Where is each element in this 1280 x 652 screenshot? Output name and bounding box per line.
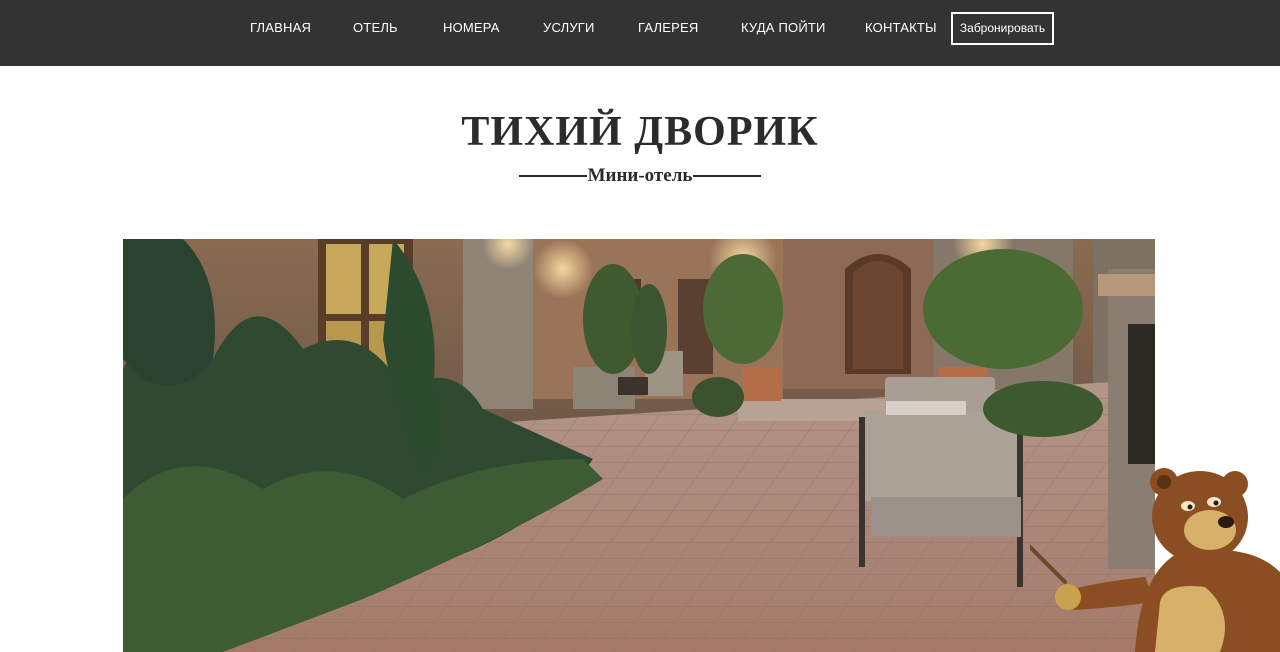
subtitle-right-rule: [693, 175, 762, 177]
nav-item-where-to-go[interactable]: КУДА ПОЙТИ: [741, 0, 826, 56]
top-nav-bar: ГЛАВНАЯ ОТЕЛЬ НОМЕРА УСЛУГИ ГАЛЕРЕЯ КУДА…: [0, 0, 1280, 66]
nav-item-rooms[interactable]: НОМЕРА: [443, 0, 500, 56]
nav-item-gallery[interactable]: ГАЛЕРЕЯ: [638, 0, 698, 56]
subtitle-row: Мини-отель: [0, 163, 1280, 189]
courtyard-photo: [123, 239, 1155, 652]
nav-item-home[interactable]: ГЛАВНАЯ: [250, 0, 311, 56]
nav-item-contacts[interactable]: КОНТАКТЫ: [865, 0, 937, 56]
book-button[interactable]: Забронировать: [951, 12, 1054, 45]
page-title: ТИХИЙ ДВОРИК: [461, 109, 819, 155]
nav-item-services[interactable]: УСЛУГИ: [543, 0, 595, 56]
nav-item-hotel[interactable]: ОТЕЛЬ: [353, 0, 398, 56]
bear-mascot-illustration: [983, 462, 1280, 652]
subtitle-left-rule: [518, 175, 587, 177]
page-subtitle: Мини-отель: [587, 165, 693, 186]
